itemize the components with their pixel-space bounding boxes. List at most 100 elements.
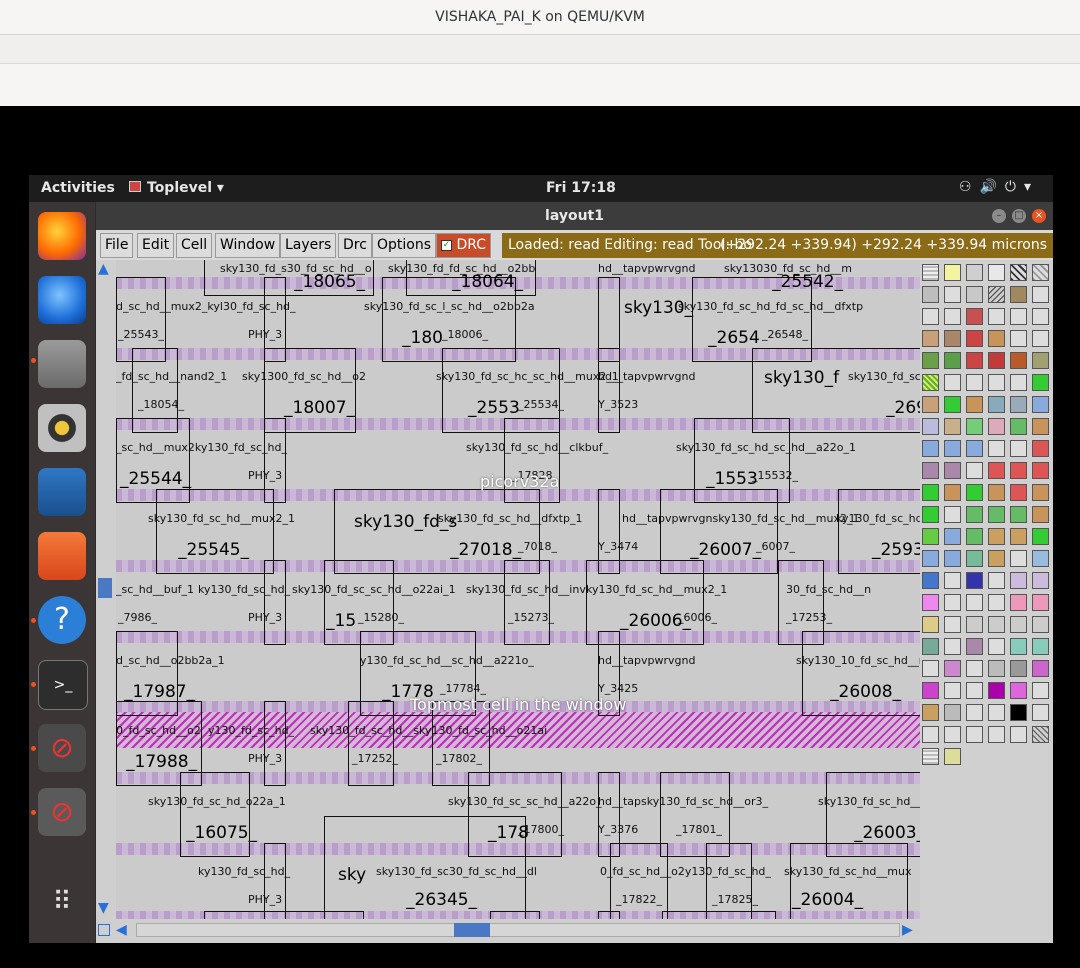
layer-swatch[interactable] — [1032, 440, 1049, 457]
layer-swatch[interactable] — [922, 330, 939, 347]
system-tray[interactable]: ⚇🔊⏻▾ — [959, 179, 1039, 195]
lock-icon[interactable] — [988, 308, 1005, 325]
layer-swatch[interactable] — [922, 572, 939, 589]
layer-swatch[interactable] — [1032, 550, 1049, 567]
lock-icon[interactable] — [1032, 308, 1049, 325]
menu-edit[interactable]: Edit — [137, 233, 175, 258]
layer-swatch[interactable] — [988, 396, 1005, 413]
layer-swatch[interactable] — [944, 748, 961, 765]
lock-icon[interactable] — [988, 594, 1005, 611]
lock-icon[interactable] — [1032, 682, 1049, 699]
menu-file[interactable]: File — [100, 233, 134, 258]
lock-icon[interactable] — [1010, 330, 1027, 347]
help-icon[interactable]: ? — [38, 596, 86, 644]
layer-swatch[interactable] — [944, 660, 961, 677]
layer-swatch[interactable] — [922, 704, 939, 721]
layer-swatch[interactable] — [966, 572, 983, 589]
layer-swatch[interactable] — [1010, 572, 1027, 589]
lock-icon[interactable] — [944, 682, 961, 699]
layer-swatch[interactable] — [944, 704, 961, 721]
standard-cell[interactable] — [264, 560, 286, 645]
lock-icon[interactable] — [1010, 440, 1027, 457]
layer-swatch[interactable] — [966, 506, 983, 523]
layer-swatch[interactable] — [922, 748, 939, 765]
layer-swatch[interactable] — [1010, 462, 1027, 479]
blocked-app-icon[interactable]: ⊘ — [38, 724, 86, 772]
standard-cell[interactable] — [662, 911, 776, 919]
layer-swatch[interactable] — [966, 616, 983, 633]
minimize-icon[interactable]: – — [992, 209, 1006, 223]
menu-drc[interactable]: Drc — [338, 233, 372, 258]
lock-icon[interactable] — [966, 462, 983, 479]
layer-swatch[interactable] — [1032, 484, 1049, 501]
layer-swatch[interactable] — [966, 440, 983, 457]
layer-swatch[interactable] — [944, 418, 961, 435]
layer-swatch[interactable] — [944, 440, 961, 457]
layer-swatch[interactable] — [1010, 264, 1027, 281]
show-applications-icon[interactable]: ⠿ — [38, 878, 86, 926]
standard-cell[interactable] — [156, 489, 274, 574]
lock-icon[interactable] — [988, 638, 1005, 655]
layout-canvas[interactable]: sky130_fd_s30_fd_sc_hd__o sky130_fd_fd_s… — [116, 260, 920, 919]
lock-icon[interactable] — [1010, 550, 1027, 567]
menu-layers[interactable]: Layers — [280, 233, 337, 258]
layer-swatch[interactable] — [988, 330, 1005, 347]
vertical-scrollbar[interactable]: ▲ ▼ — [96, 260, 116, 919]
layer-swatch[interactable] — [922, 374, 939, 391]
layer-swatch[interactable] — [944, 462, 961, 479]
layer-swatch[interactable] — [1010, 396, 1027, 413]
layer-swatch[interactable] — [944, 528, 961, 545]
layer-swatch[interactable] — [988, 286, 1005, 303]
layer-swatch[interactable] — [922, 264, 939, 281]
layer-swatch[interactable] — [988, 418, 1005, 435]
layer-swatch[interactable] — [966, 286, 983, 303]
layer-swatch[interactable] — [1010, 484, 1027, 501]
horizontal-scroll-thumb[interactable] — [454, 923, 490, 937]
layer-swatch[interactable] — [944, 484, 961, 501]
layer-swatch[interactable] — [1010, 594, 1027, 611]
layer-swatch[interactable] — [988, 484, 1005, 501]
layer-swatch[interactable] — [944, 264, 961, 281]
layer-swatch[interactable] — [1032, 396, 1049, 413]
layer-swatch[interactable] — [1032, 528, 1049, 545]
standard-cell[interactable] — [598, 348, 620, 433]
layer-swatch[interactable] — [1032, 462, 1049, 479]
layer-swatch[interactable] — [922, 594, 939, 611]
horizontal-scroll-track[interactable] — [136, 923, 900, 937]
layer-swatch[interactable] — [966, 308, 983, 325]
standard-cell[interactable] — [264, 843, 286, 919]
standard-cell[interactable] — [706, 843, 752, 919]
scroll-left-icon[interactable]: ◀ — [116, 921, 132, 939]
rhythmbox-icon[interactable] — [38, 404, 86, 452]
lock-icon[interactable] — [1032, 704, 1049, 721]
terminal-icon[interactable]: >_ — [38, 660, 88, 710]
layer-swatch[interactable] — [1032, 374, 1049, 391]
lock-icon[interactable] — [944, 308, 961, 325]
layer-swatch[interactable] — [988, 660, 1005, 677]
layer-swatch[interactable] — [922, 396, 939, 413]
standard-cell[interactable] — [802, 631, 920, 716]
standard-cell[interactable] — [264, 701, 286, 786]
layer-swatch[interactable] — [944, 352, 961, 369]
lock-icon[interactable] — [988, 440, 1005, 457]
lock-icon[interactable] — [944, 286, 961, 303]
standard-cell[interactable] — [598, 911, 620, 919]
layer-swatch[interactable] — [966, 484, 983, 501]
lock-icon[interactable] — [922, 308, 939, 325]
lock-icon[interactable] — [966, 726, 983, 743]
lock-icon[interactable] — [944, 638, 961, 655]
app-menu-toplevel[interactable]: Toplevel ▾ — [129, 180, 224, 196]
layer-swatch[interactable] — [988, 352, 1005, 369]
layer-swatch[interactable] — [922, 484, 939, 501]
layer-swatch[interactable] — [922, 286, 939, 303]
lock-icon[interactable] — [966, 682, 983, 699]
close-icon[interactable]: × — [1032, 209, 1046, 223]
lock-icon[interactable] — [988, 704, 1005, 721]
layer-swatch[interactable] — [922, 418, 939, 435]
files-icon[interactable] — [38, 340, 86, 388]
layer-swatch[interactable] — [1010, 704, 1027, 721]
layer-swatch[interactable] — [988, 550, 1005, 567]
layer-swatch[interactable] — [1032, 616, 1049, 633]
layer-swatch[interactable] — [988, 616, 1005, 633]
layer-swatch[interactable] — [1010, 616, 1027, 633]
